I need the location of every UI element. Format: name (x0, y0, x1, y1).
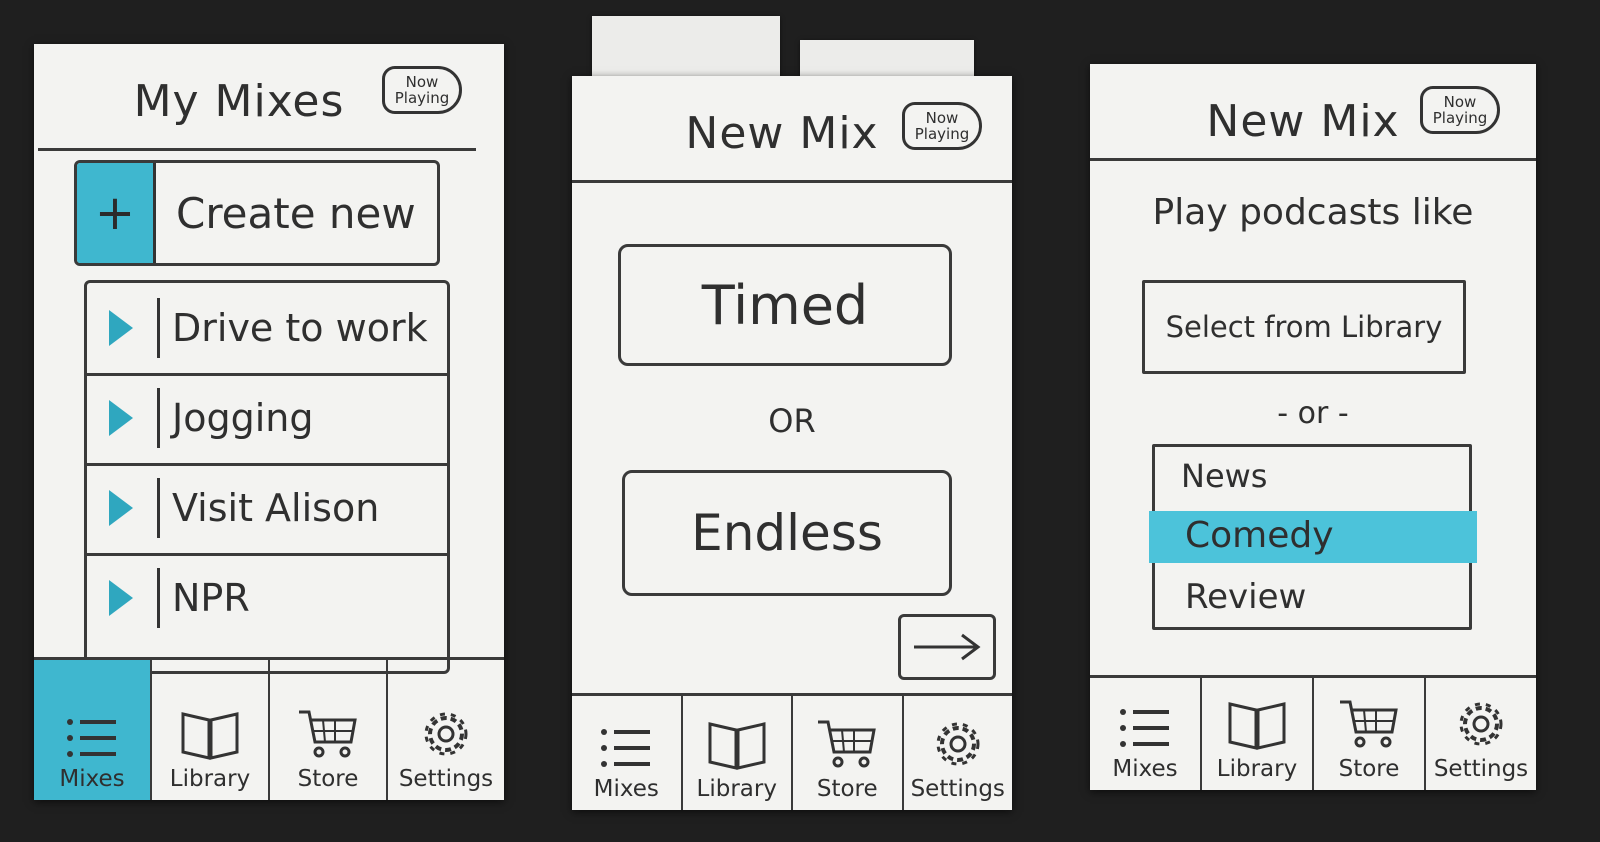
now-playing-button[interactable]: Now Playing (1420, 86, 1500, 134)
cart-icon (1340, 700, 1398, 748)
or-label: OR (768, 402, 816, 440)
gear-icon (936, 722, 980, 766)
tab-label: Mixes (593, 776, 659, 802)
divider (157, 298, 160, 358)
list-icon (67, 719, 116, 757)
divider (157, 388, 160, 448)
tab-mixes[interactable]: Mixes (34, 660, 152, 800)
now-playing-button[interactable]: Now Playing (382, 66, 462, 114)
divider (157, 568, 160, 628)
screen-new-mix-genre: New Mix Now Playing Play podcasts like S… (1090, 64, 1536, 790)
play-icon[interactable] (107, 578, 135, 618)
tab-label: Library (696, 776, 777, 802)
create-new-button[interactable]: + Create new (74, 160, 440, 266)
play-icon[interactable] (107, 488, 135, 528)
tab-label: Store (1338, 756, 1400, 782)
timed-button[interactable]: Timed (618, 244, 952, 366)
endless-button[interactable]: Endless (622, 470, 952, 596)
tab-settings[interactable]: Settings (388, 660, 504, 800)
tab-bar: Mixes Library Store Settings (34, 657, 504, 800)
tab-library[interactable]: Library (152, 660, 270, 800)
tab-label: Mixes (59, 766, 125, 792)
book-icon (708, 722, 766, 770)
tab-settings[interactable]: Settings (904, 696, 1013, 810)
list-item[interactable]: Drive to work (87, 283, 447, 376)
screen-my-mixes: My Mixes Now Playing + Create new Drive … (34, 44, 504, 800)
list-item[interactable]: Jogging (87, 373, 447, 466)
mix-label: NPR (172, 576, 250, 620)
list-item[interactable]: Review (1185, 577, 1306, 617)
cart-icon (299, 710, 357, 758)
gear-icon (424, 712, 468, 756)
plus-icon: + (77, 163, 156, 263)
tab-label: Settings (910, 776, 1005, 802)
tab-store[interactable]: Store (270, 660, 388, 800)
tab-library[interactable]: Library (1202, 678, 1314, 790)
list-item[interactable]: News (1181, 457, 1267, 495)
tab-label: Store (297, 766, 359, 792)
header-divider (38, 148, 476, 151)
gear-icon (1459, 702, 1503, 746)
next-button[interactable] (898, 614, 996, 680)
tab-library[interactable]: Library (683, 696, 793, 810)
tab-mixes[interactable]: Mixes (1090, 678, 1202, 790)
list-item[interactable]: Visit Alison (87, 463, 447, 556)
tab-store[interactable]: Store (793, 696, 904, 810)
divider (157, 478, 160, 538)
tab-label: Store (816, 776, 878, 802)
tab-label: Library (1216, 756, 1298, 782)
create-new-label: Create new (176, 188, 416, 238)
tab-label: Library (169, 766, 251, 792)
mix-label: Jogging (172, 396, 314, 440)
mix-label: Visit Alison (172, 486, 380, 530)
screen-new-mix-type: New Mix Now Playing Timed OR Endless Mix… (572, 76, 1012, 810)
list-icon (1120, 709, 1169, 747)
header-divider (1090, 158, 1536, 161)
tab-label: Mixes (1112, 756, 1178, 782)
book-icon (181, 712, 239, 760)
arrow-right-icon (914, 633, 981, 661)
tab-bar: Mixes Library Store Settings (1090, 675, 1536, 790)
play-icon[interactable] (107, 308, 135, 348)
list-icon (601, 729, 651, 767)
tab-mixes[interactable]: Mixes (572, 696, 683, 810)
tab-label: Settings (398, 766, 494, 792)
list-item[interactable]: NPR (87, 553, 447, 643)
prompt-text: Play podcasts like (1152, 192, 1474, 233)
tab-label: Settings (1433, 756, 1529, 782)
book-icon (1228, 702, 1286, 750)
cart-icon (818, 720, 877, 768)
mix-label: Drive to work (172, 306, 428, 350)
genre-list[interactable]: News Comedy Review (1149, 444, 1477, 630)
tab-settings[interactable]: Settings (1426, 678, 1536, 790)
tab-bar: Mixes Library Store Settings (572, 693, 1012, 810)
header-divider (572, 180, 1012, 183)
play-icon[interactable] (107, 398, 135, 438)
select-from-library-button[interactable]: Select from Library (1142, 280, 1466, 374)
or-label: - or - (1277, 396, 1349, 431)
mix-list: Drive to work Jogging Visit Alison NPR (84, 280, 450, 674)
now-playing-button[interactable]: Now Playing (902, 102, 982, 150)
tab-store[interactable]: Store (1314, 678, 1426, 790)
list-item-selected[interactable]: Comedy (1185, 515, 1334, 556)
